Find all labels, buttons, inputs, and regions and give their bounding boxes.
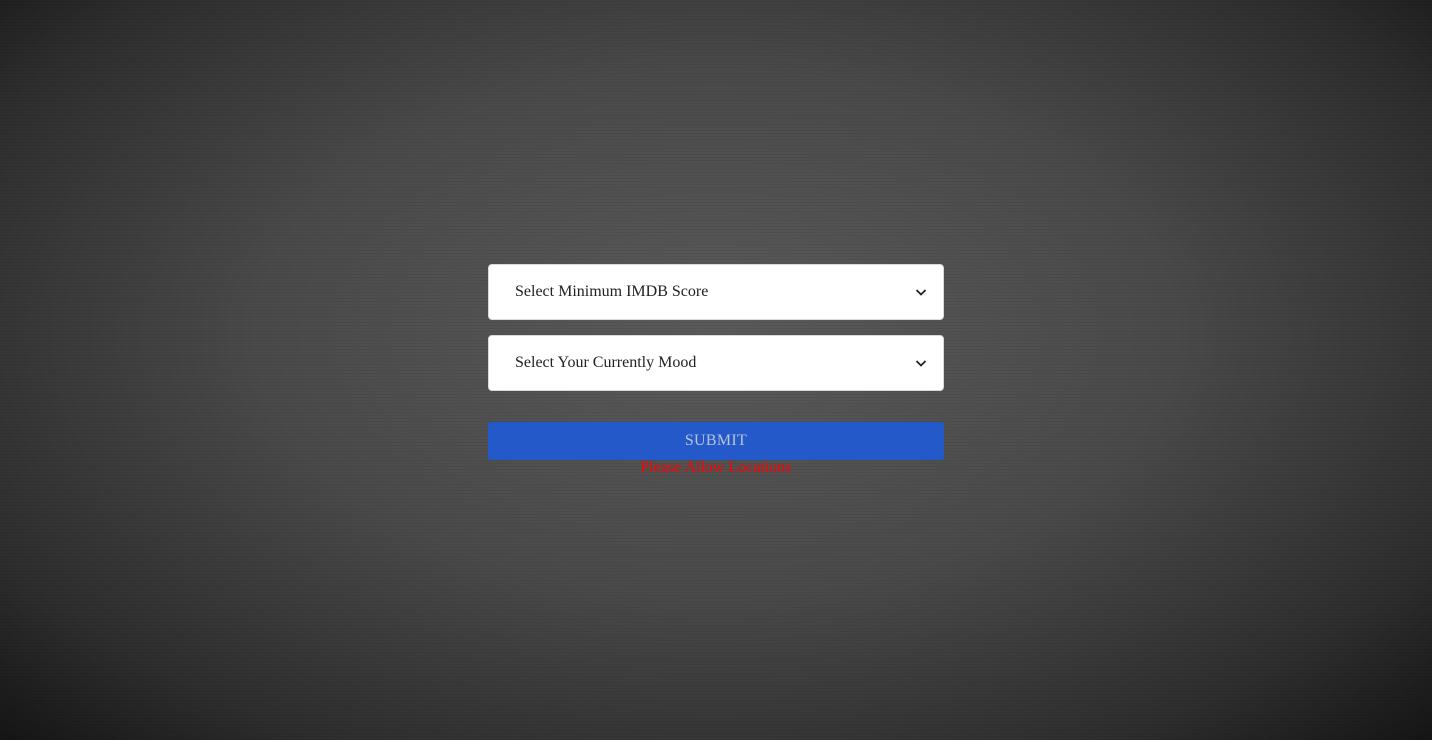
submit-button[interactable]: SUBMIT	[488, 422, 944, 460]
mood-form: Select Minimum IMDB Score Select Your Cu…	[488, 264, 944, 477]
imdb-score-select-label: Select Minimum IMDB Score	[515, 283, 709, 300]
imdb-score-select[interactable]: Select Minimum IMDB Score	[488, 264, 944, 320]
error-message: Please Allow Locations	[640, 459, 792, 476]
mood-select-label: Select Your Currently Mood	[515, 354, 697, 371]
chevron-down-icon	[915, 360, 927, 367]
chevron-down-icon	[915, 289, 927, 296]
mood-select[interactable]: Select Your Currently Mood	[488, 335, 944, 391]
